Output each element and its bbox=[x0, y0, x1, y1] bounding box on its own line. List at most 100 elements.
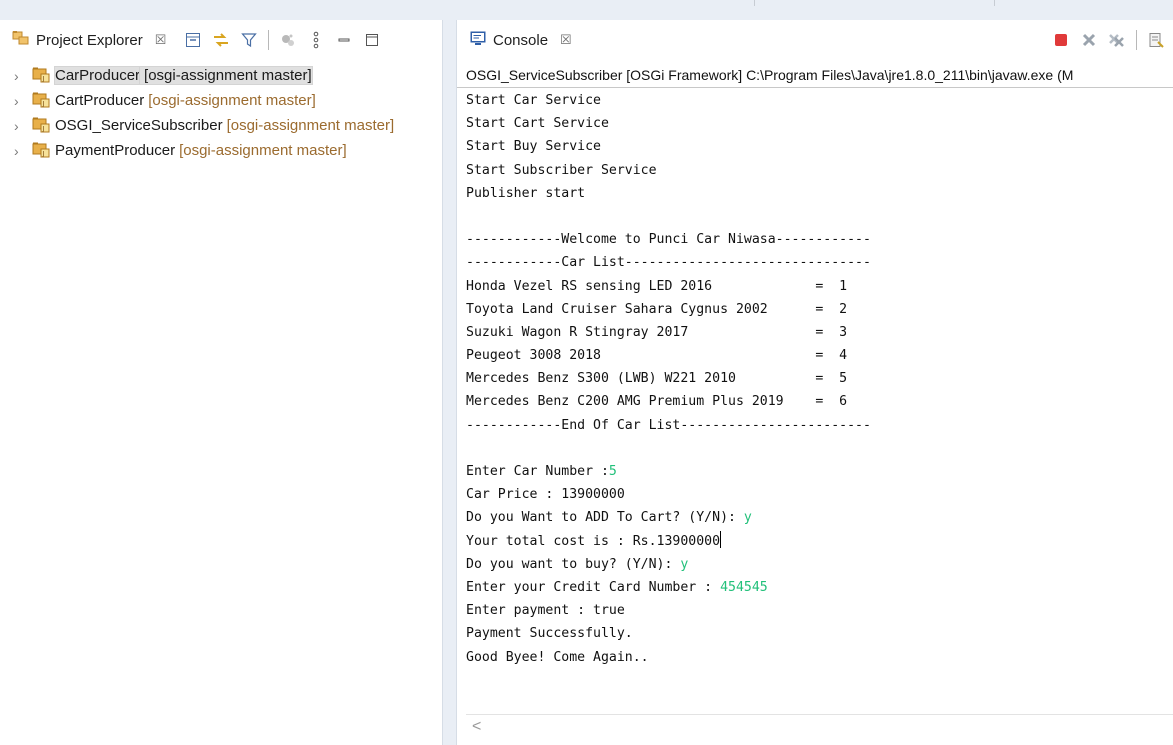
horizontal-scrollbar[interactable]: < bbox=[466, 714, 1173, 739]
tab-project-explorer[interactable]: Project Explorer ☒ bbox=[0, 29, 166, 52]
project-icon: J bbox=[32, 115, 50, 137]
close-icon[interactable]: ☒ bbox=[560, 32, 572, 48]
minimize-icon[interactable] bbox=[335, 31, 353, 49]
console-line-text: ------------Car List--------------------… bbox=[466, 255, 871, 271]
console-line-text: Suzuki Wagon R Stingray 2017 = 3 bbox=[466, 324, 848, 340]
svg-text:J: J bbox=[42, 125, 45, 132]
collapse-all-icon[interactable] bbox=[184, 31, 202, 49]
console-line-text: Publisher start bbox=[466, 185, 586, 201]
console-line: Publisher start bbox=[466, 182, 871, 205]
console-line-text: Do you Want to ADD To Cart? (Y/N): bbox=[466, 510, 744, 526]
project-explorer-icon bbox=[12, 29, 30, 52]
console-line: Peugeot 3008 2018 = 4 bbox=[466, 344, 871, 367]
user-input-text: 5 bbox=[608, 464, 617, 479]
console-tabbar: Console ☒ bbox=[457, 20, 1173, 60]
console-line-text: Start Subscriber Service bbox=[466, 162, 657, 178]
project-name: CartProducer bbox=[55, 92, 145, 109]
tab-label: Console bbox=[493, 31, 549, 49]
project-name: OSGI_ServiceSubscriber bbox=[55, 117, 223, 134]
console-line: Car Price : 13900000 bbox=[466, 483, 871, 506]
console-line-text: Car Price : 13900000 bbox=[466, 487, 625, 503]
filter-icon[interactable] bbox=[240, 31, 258, 49]
tab-label: Project Explorer bbox=[36, 31, 143, 49]
console-line-text: Your total cost is : Rs.13900000 bbox=[466, 533, 721, 549]
console-line: ------------Car List--------------------… bbox=[466, 251, 871, 274]
chrome-tick-mark bbox=[994, 0, 995, 6]
project-explorer-toolbar bbox=[184, 30, 381, 50]
console-line-text: Honda Vezel RS sensing LED 2016 = 1 bbox=[466, 278, 848, 294]
console-line-text: Do you want to buy? (Y/N): bbox=[466, 556, 681, 572]
console-view: Console ☒ OSGI_ServiceSubscriber [OSGi F… bbox=[456, 20, 1173, 745]
project-name: PaymentProducer bbox=[55, 142, 176, 159]
toolbar-separator bbox=[268, 30, 270, 50]
user-input-text: 454545 bbox=[720, 579, 768, 595]
tree-item[interactable]: › J CarProducer [osgi-assignment master] bbox=[14, 63, 394, 88]
focus-on-active-task-icon[interactable] bbox=[279, 31, 297, 49]
project-explorer-view: Project Explorer ☒ › J CarProducer [osgi… bbox=[0, 20, 443, 745]
svg-text:J: J bbox=[42, 100, 45, 107]
tab-console[interactable]: Console ☒ bbox=[457, 29, 572, 52]
text-caret bbox=[720, 530, 722, 548]
project-name: CarProducer bbox=[53, 66, 142, 85]
console-line: Suzuki Wagon R Stingray 2017 = 3 bbox=[466, 321, 871, 344]
console-line-text: Enter Car Number : bbox=[466, 464, 609, 479]
project-repo-label: [osgi-assignment master] bbox=[148, 92, 316, 109]
console-line: Enter payment : true bbox=[466, 599, 871, 622]
view-menu-icon[interactable] bbox=[307, 31, 325, 49]
project-tree: › J CarProducer [osgi-assignment master] › J C… bbox=[14, 63, 394, 163]
remove-launch-icon[interactable] bbox=[1080, 31, 1098, 49]
project-repo-label: [osgi-assignment master] bbox=[139, 66, 313, 85]
toolbar-separator bbox=[1136, 30, 1137, 50]
project-repo-label: [osgi-assignment master] bbox=[179, 142, 347, 159]
user-input-text: y bbox=[680, 556, 689, 572]
console-line: ------------End Of Car List-------------… bbox=[466, 414, 871, 437]
console-line-text: Toyota Land Cruiser Sahara Cygnus 2002 =… bbox=[466, 301, 848, 317]
svg-text:J: J bbox=[42, 75, 45, 82]
console-line-text: ------------End Of Car List-------------… bbox=[466, 417, 871, 433]
scroll-left-icon[interactable]: < bbox=[472, 718, 481, 735]
console-line-text: ------------Welcome to Punci Car Niwasa-… bbox=[466, 232, 871, 248]
console-line-text: Mercedes Benz S300 (LWB) W221 2010 = 5 bbox=[466, 371, 848, 387]
console-icon bbox=[469, 29, 487, 52]
tree-item[interactable]: › J PaymentProducer [osgi-assignment master… bbox=[14, 138, 394, 163]
svg-text:J: J bbox=[42, 150, 45, 157]
console-line: Payment Successfully. bbox=[466, 622, 871, 645]
console-line: Enter your Credit Card Number : 454545 bbox=[466, 576, 871, 599]
console-line: Start Subscriber Service bbox=[466, 159, 871, 182]
console-line: ------------Welcome to Punci Car Niwasa-… bbox=[466, 228, 871, 251]
chrome-tick-mark bbox=[754, 0, 755, 6]
console-line: Toyota Land Cruiser Sahara Cygnus 2002 =… bbox=[466, 298, 871, 321]
tree-item[interactable]: › J OSGI_ServiceSubscriber [osgi-assignment… bbox=[14, 113, 394, 138]
remove-all-terminated-icon[interactable] bbox=[1108, 31, 1126, 49]
link-with-editor-icon[interactable] bbox=[212, 31, 230, 49]
console-line-text: Start Cart Service bbox=[466, 116, 609, 132]
console-line-text: Enter your Credit Card Number : bbox=[466, 579, 721, 595]
maximize-icon[interactable] bbox=[363, 31, 381, 49]
chevron-right-icon[interactable]: › bbox=[14, 118, 32, 134]
console-launch-title: OSGI_ServiceSubscriber [OSGi Framework] … bbox=[457, 63, 1173, 88]
console-toolbar bbox=[1052, 30, 1165, 50]
console-line-text: Peugeot 3008 2018 = 4 bbox=[466, 348, 848, 364]
console-line: Your total cost is : Rs.13900000 bbox=[466, 530, 871, 553]
console-line: Honda Vezel RS sensing LED 2016 = 1 bbox=[466, 275, 871, 298]
clear-console-icon[interactable] bbox=[1147, 31, 1165, 49]
user-input-text: y bbox=[743, 510, 752, 526]
chevron-right-icon[interactable]: › bbox=[14, 68, 32, 84]
tree-item[interactable]: › J CartProducer [osgi-assignment master] bbox=[14, 88, 394, 113]
project-icon: J bbox=[32, 65, 50, 87]
console-line: Start Cart Service bbox=[466, 112, 871, 135]
chevron-right-icon[interactable]: › bbox=[14, 143, 32, 159]
console-line: Do you want to buy? (Y/N): y bbox=[466, 553, 871, 576]
console-output[interactable]: Start Car Service Start Cart Service Start… bbox=[466, 89, 871, 669]
close-icon[interactable]: ☒ bbox=[155, 32, 167, 48]
project-repo-label: [osgi-assignment master] bbox=[226, 117, 395, 134]
console-line: Mercedes Benz C200 AMG Premium Plus 2019… bbox=[466, 390, 871, 413]
console-line-text: Start Car Service bbox=[466, 93, 601, 108]
terminate-icon[interactable] bbox=[1052, 31, 1070, 49]
chevron-right-icon[interactable]: › bbox=[14, 93, 32, 109]
console-line-text: Enter payment : true bbox=[466, 603, 625, 619]
project-icon: J bbox=[32, 140, 50, 162]
console-line-text: Start Buy Service bbox=[466, 139, 601, 155]
project-explorer-tabbar: Project Explorer ☒ bbox=[0, 20, 442, 60]
